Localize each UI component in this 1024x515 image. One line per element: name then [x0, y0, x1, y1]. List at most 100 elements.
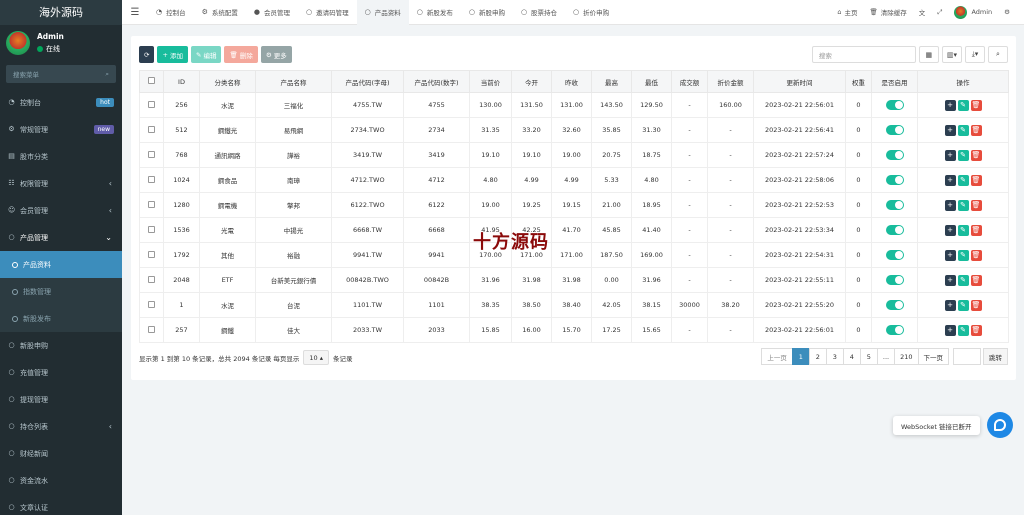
enabled-toggle[interactable] — [885, 100, 904, 110]
row-delete-button[interactable]: 🗑 — [970, 299, 982, 311]
row-add-button[interactable]: + — [944, 249, 956, 261]
row-edit-button[interactable]: ✎ — [957, 249, 969, 261]
edit-button[interactable]: ✎ 编辑 — [190, 46, 222, 63]
row-add-button[interactable]: + — [944, 99, 956, 111]
table-search-input[interactable]: 搜索 — [811, 46, 916, 63]
row-add-button[interactable]: + — [944, 199, 956, 211]
enabled-toggle[interactable] — [885, 300, 904, 310]
add-button[interactable]: + 添加 — [157, 46, 188, 63]
page-button[interactable]: 4 — [842, 348, 861, 365]
row-checkbox[interactable] — [148, 325, 155, 333]
home-link[interactable]: ⌂ 主页 — [831, 7, 863, 17]
row-delete-button[interactable]: 🗑 — [970, 99, 982, 111]
nav-tab[interactable]: ⚙ 系统配置 — [194, 0, 246, 25]
settings-gear-icon[interactable]: ⚙ — [998, 8, 1016, 16]
nav-tab[interactable]: ○ 新股申购 — [461, 0, 513, 25]
advanced-search-icon[interactable]: ⌕ — [988, 46, 1008, 63]
export-dropdown-icon[interactable]: ⤓▾ — [965, 46, 985, 63]
enabled-toggle[interactable] — [885, 150, 904, 160]
row-checkbox[interactable] — [148, 225, 155, 233]
page-button[interactable]: 2 — [808, 348, 827, 365]
row-checkbox-cell[interactable] — [139, 317, 164, 343]
row-edit-button[interactable]: ✎ — [957, 324, 969, 336]
row-edit-button[interactable]: ✎ — [957, 299, 969, 311]
clear-cache-button[interactable]: 🗑 清除缓存 — [863, 7, 912, 17]
sidebar-subitem[interactable]: 产品资料 — [0, 251, 122, 278]
nav-tab[interactable]: ○ 邀请码管理 — [298, 0, 357, 25]
row-delete-button[interactable]: 🗑 — [970, 324, 982, 336]
select-all-checkbox[interactable] — [139, 70, 164, 93]
page-button[interactable]: 1 — [791, 348, 810, 365]
sidebar-item[interactable]: ☺ 会员管理 ‹ — [0, 197, 122, 224]
row-checkbox-cell[interactable] — [139, 117, 164, 143]
nav-tab[interactable]: ○ 折价申购 — [565, 0, 617, 25]
refresh-button[interactable]: ⟳ — [139, 46, 155, 63]
sidebar-item[interactable]: ○ 财经新闻 — [0, 440, 122, 467]
sidebar-item[interactable]: ⚙ 常规管理 new — [0, 116, 122, 143]
row-checkbox-cell[interactable] — [139, 292, 164, 318]
row-edit-button[interactable]: ✎ — [957, 224, 969, 236]
fullscreen-icon[interactable]: ⤢ — [931, 8, 948, 17]
row-edit-button[interactable]: ✎ — [957, 199, 969, 211]
row-delete-button[interactable]: 🗑 — [970, 249, 982, 261]
row-add-button[interactable]: + — [944, 274, 956, 286]
sidebar-item-product-management[interactable]: ○ 产品管理 ⌄ — [0, 224, 122, 251]
checkbox-icon[interactable] — [148, 77, 155, 84]
sidebar-item[interactable]: ☷ 权限管理 ‹ — [0, 170, 122, 197]
row-add-button[interactable]: + — [944, 149, 956, 161]
jump-button[interactable]: 跳转 — [983, 348, 1008, 365]
sidebar-search-input[interactable]: 搜索菜单 ⌕ — [6, 65, 116, 83]
row-checkbox-cell[interactable] — [139, 192, 164, 218]
row-delete-button[interactable]: 🗑 — [970, 274, 982, 286]
row-delete-button[interactable]: 🗑 — [970, 124, 982, 136]
row-delete-button[interactable]: 🗑 — [970, 224, 982, 236]
row-add-button[interactable]: + — [944, 299, 956, 311]
app-logo[interactable]: 海外源码 — [0, 0, 122, 25]
more-button[interactable]: ⚙ 更多 — [260, 46, 292, 63]
prev-page-button[interactable]: 上一页 — [761, 348, 793, 365]
sidebar-item[interactable]: ○ 提现管理 — [0, 386, 122, 413]
row-checkbox[interactable] — [148, 100, 155, 108]
sidebar-item[interactable]: ◔ 控制台 hot — [0, 89, 122, 116]
language-icon[interactable]: 文 — [913, 7, 932, 17]
jump-page-input[interactable] — [953, 348, 981, 365]
row-delete-button[interactable]: 🗑 — [970, 174, 982, 186]
sidebar-subitem[interactable]: 指数管理 — [0, 278, 122, 305]
next-page-button[interactable]: 下一页 — [917, 348, 949, 365]
row-delete-button[interactable]: 🗑 — [970, 149, 982, 161]
enabled-toggle[interactable] — [885, 175, 904, 185]
page-button[interactable]: 5 — [859, 348, 878, 365]
nav-tab[interactable]: ○ 产品资料 — [356, 0, 409, 25]
sidebar-item[interactable]: ▤ 股市分类 — [0, 143, 122, 170]
row-checkbox-cell[interactable] — [139, 267, 164, 293]
nav-tab[interactable]: ○ 股票持仓 — [513, 0, 565, 25]
row-checkbox[interactable] — [148, 200, 155, 208]
row-checkbox-cell[interactable] — [139, 242, 164, 268]
row-edit-button[interactable]: ✎ — [957, 124, 969, 136]
columns-dropdown-icon[interactable]: ▥▾ — [941, 46, 962, 63]
row-checkbox-cell[interactable] — [139, 167, 164, 193]
menu-toggle-icon[interactable]: ☰ — [122, 7, 148, 18]
page-button[interactable]: 3 — [825, 348, 844, 365]
sidebar-item[interactable]: ○ 文章认证 — [0, 494, 122, 515]
page-button[interactable]: 210 — [894, 348, 919, 365]
row-checkbox[interactable] — [148, 125, 155, 133]
row-edit-button[interactable]: ✎ — [957, 174, 969, 186]
row-checkbox[interactable] — [148, 275, 155, 283]
row-add-button[interactable]: + — [944, 174, 956, 186]
row-add-button[interactable]: + — [944, 124, 956, 136]
row-add-button[interactable]: + — [944, 224, 956, 236]
row-delete-button[interactable]: 🗑 — [970, 199, 982, 211]
search-icon[interactable]: ⌕ — [105, 70, 109, 79]
enabled-toggle[interactable] — [885, 225, 904, 235]
enabled-toggle[interactable] — [885, 125, 904, 135]
enabled-toggle[interactable] — [885, 275, 904, 285]
toggle-view-icon[interactable]: ▦ — [918, 46, 939, 63]
admin-menu[interactable]: Admin — [948, 5, 998, 19]
row-add-button[interactable]: + — [944, 324, 956, 336]
row-checkbox-cell[interactable] — [139, 92, 164, 118]
row-checkbox[interactable] — [148, 175, 155, 183]
chat-icon[interactable] — [987, 412, 1013, 438]
enabled-toggle[interactable] — [885, 200, 904, 210]
sidebar-item[interactable]: ○ 新股申购 — [0, 332, 122, 359]
